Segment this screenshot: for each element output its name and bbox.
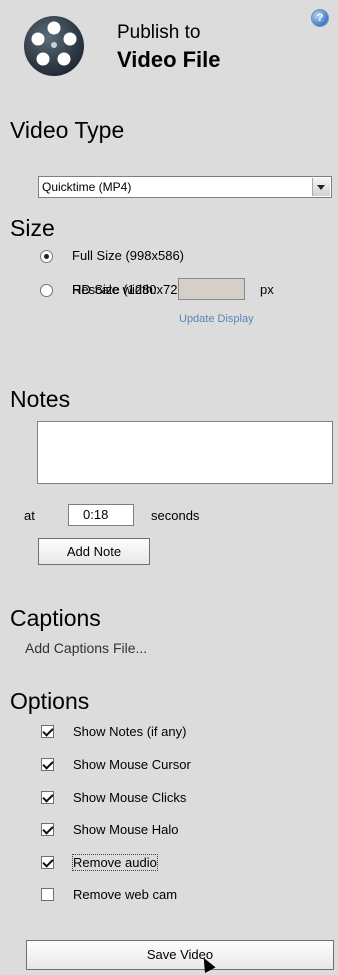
rescale-width-input[interactable] [178,278,245,300]
seconds-label: seconds [151,508,200,523]
update-display-link[interactable]: Update Display [179,313,254,325]
add-note-button[interactable]: Add Note [38,538,150,565]
film-reel-icon [24,16,84,76]
checkbox-icon[interactable] [41,791,54,804]
checkbox-icon[interactable] [41,856,54,869]
save-video-button[interactable]: Save Video [26,940,334,970]
checkbox-label: Show Mouse Clicks [73,790,187,805]
note-time-input[interactable]: 0:18 [68,504,134,526]
notes-heading: Notes [10,386,71,412]
video-type-selected: Quicktime (MP4) [42,180,132,194]
radio-button-icon[interactable] [40,284,53,297]
px-unit-label: px [260,282,274,297]
question-mark-icon[interactable]: ? [312,10,328,26]
checkbox-label: Show Mouse Cursor [73,757,191,772]
radio-label: Rescale width: [72,282,157,297]
checkbox-icon[interactable] [41,725,54,738]
add-captions-link[interactable]: Add Captions File... [25,640,147,656]
publish-panel: Publish to Video File ? Video Type Quick… [0,0,338,975]
options-heading: Options [10,688,90,714]
header-title-line2: Video File [117,47,221,72]
radio-label: Full Size (998x586) [72,248,184,263]
radio-button-icon[interactable] [40,250,53,263]
checkbox-icon[interactable] [41,888,54,901]
notes-textarea[interactable] [37,421,333,484]
chevron-down-icon[interactable] [312,178,330,196]
size-heading: Size [10,215,55,241]
captions-heading: Captions [10,605,101,631]
at-label: at [24,508,35,523]
video-type-heading: Video Type [10,117,125,143]
checkbox-label: Show Notes (if any) [73,724,187,739]
checkbox-label: Show Mouse Halo [73,822,179,837]
video-type-select[interactable]: Quicktime (MP4) [38,176,332,198]
checkbox-icon[interactable] [41,823,54,836]
checkbox-label: Remove web cam [73,887,178,902]
checkbox-icon[interactable] [41,758,54,771]
header-title-line1: Publish to [117,22,201,43]
checkbox-label: Remove audio [72,854,158,871]
